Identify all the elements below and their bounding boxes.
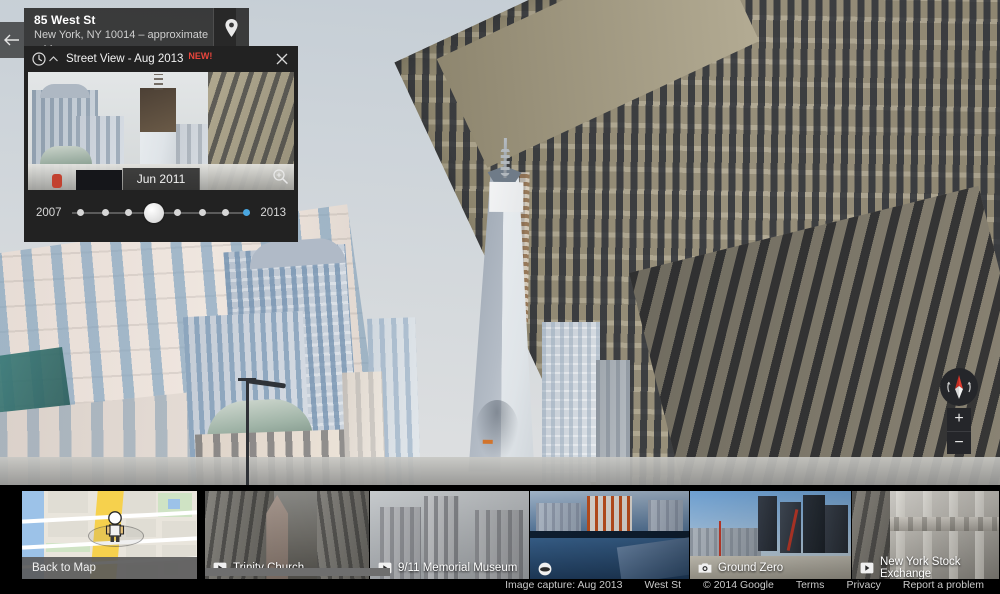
new-badge: NEW!	[188, 51, 213, 61]
zoom-controls: + −	[947, 408, 971, 454]
timeline-tick[interactable]	[243, 209, 251, 216]
street-name: West St	[644, 579, 682, 591]
back-arrow[interactable]	[0, 22, 24, 58]
timeline-tick[interactable]	[125, 209, 133, 216]
street-ground	[0, 457, 1000, 485]
historical-imagery-panel: Street View - Aug 2013 NEW! Jun 2011 200…	[24, 46, 298, 242]
pegman-icon[interactable]	[104, 511, 126, 543]
historical-thumbnail[interactable]: Jun 2011	[28, 72, 294, 190]
close-icon[interactable]	[272, 49, 292, 69]
thumbnail-foreground-object	[52, 174, 62, 188]
thumbnail-dome	[40, 146, 92, 164]
historical-imagery-label: Street View - Aug 2013	[66, 53, 184, 65]
map-pin-icon[interactable]	[213, 8, 249, 48]
wtc-upper-band	[489, 181, 524, 213]
timeline-slider-row: 2007 2013	[24, 190, 298, 236]
thumbnail-wtc-steel-top	[140, 88, 176, 132]
nearby-imagery-tiles: Trinity Church9/11 Memorial Museum Ground…	[205, 491, 1000, 579]
imagery-tile[interactable]	[530, 491, 690, 579]
timeline-tick[interactable]	[221, 209, 229, 216]
timeline-slider-track[interactable]	[71, 203, 251, 223]
privacy-link[interactable]: Privacy	[846, 579, 880, 591]
street-lamp-post	[246, 378, 249, 485]
terms-link[interactable]: Terms	[796, 579, 825, 591]
magnifier-plus-icon[interactable]	[268, 164, 292, 188]
street-view-app: 85 West St New York, NY 10014 – approxim…	[0, 0, 1000, 594]
address-title: 85 West St	[34, 13, 96, 27]
image-capture-date: Image capture: Aug 2013	[505, 579, 623, 591]
thumbnail-wfc-crown	[40, 84, 90, 98]
copyright: © 2014 Google	[703, 579, 774, 591]
imagery-tile[interactable]: Ground Zero	[690, 491, 852, 579]
imagery-tile[interactable]: 9/11 Memorial Museum	[370, 491, 530, 579]
wtc-base-reflection	[474, 399, 520, 463]
timeline-slider-handle[interactable]	[143, 203, 164, 223]
compass-icon[interactable]	[940, 368, 978, 406]
timeline-tick[interactable]	[77, 209, 85, 216]
timeline-end-label: 2013	[260, 207, 286, 219]
zoom-in-button[interactable]: +	[947, 408, 971, 432]
historical-imagery-header: Street View - Aug 2013 NEW!	[24, 46, 298, 72]
zoom-out-button[interactable]: −	[947, 432, 971, 455]
tiles-scrollbar[interactable]	[205, 568, 1000, 576]
thumbnail-date-label: Jun 2011	[122, 168, 200, 190]
one-world-trade-center	[468, 137, 537, 473]
minimap-block	[48, 521, 88, 537]
clock-icon	[32, 52, 46, 66]
caret-up-icon[interactable]	[49, 53, 58, 65]
tiles-scrollbar-thumb[interactable]	[205, 568, 390, 576]
imagery-tile[interactable]: New York Stock Exchange	[852, 491, 1000, 579]
address-card: 85 West St New York, NY 10014 – approxim…	[24, 8, 236, 56]
bottom-strip: Back to Map Trinity Church9/11 Memorial …	[0, 485, 1000, 594]
timeline-tick[interactable]	[102, 209, 110, 216]
footer: Image capture: Aug 2013 West St © 2014 G…	[0, 576, 1000, 594]
thumbnail-wtc-crane	[154, 74, 163, 90]
timeline-tick[interactable]	[198, 209, 206, 216]
report-problem-link[interactable]: Report a problem	[903, 579, 984, 591]
wtc-spire-segments	[500, 147, 510, 177]
minimap-block	[48, 491, 88, 513]
minimap-block	[122, 491, 156, 513]
thumbnail-foreground-vehicle	[76, 170, 122, 190]
wtc-base-marking	[482, 439, 493, 444]
imagery-tile[interactable]: Trinity Church	[205, 491, 370, 579]
timeline-start-label: 2007	[36, 207, 62, 219]
timeline-tick[interactable]	[173, 209, 181, 216]
minimap-pond	[168, 499, 180, 509]
